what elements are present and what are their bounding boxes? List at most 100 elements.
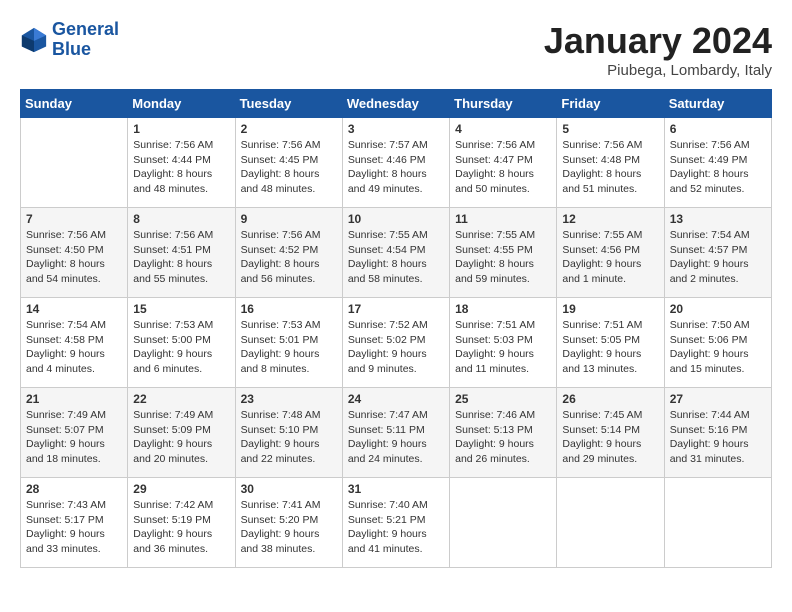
calendar-cell: 21 Sunrise: 7:49 AM Sunset: 5:07 PM Dayl…	[21, 388, 128, 478]
sunrise: Sunrise: 7:45 AM	[562, 409, 642, 421]
day-of-week-header: Thursday	[450, 90, 557, 118]
calendar-cell: 5 Sunrise: 7:56 AM Sunset: 4:48 PM Dayli…	[557, 118, 664, 208]
sunrise: Sunrise: 7:55 AM	[455, 229, 535, 241]
daylight: Daylight: 9 hours and 4 minutes.	[26, 348, 105, 375]
logo: General Blue	[20, 20, 119, 60]
day-number: 12	[562, 212, 658, 226]
daylight: Daylight: 8 hours and 55 minutes.	[133, 258, 212, 285]
calendar-cell	[21, 118, 128, 208]
daylight: Daylight: 9 hours and 13 minutes.	[562, 348, 641, 375]
sunrise: Sunrise: 7:56 AM	[133, 229, 213, 241]
sunset: Sunset: 5:10 PM	[241, 424, 319, 436]
sunrise: Sunrise: 7:56 AM	[241, 139, 321, 151]
day-number: 8	[133, 212, 229, 226]
daylight: Daylight: 9 hours and 22 minutes.	[241, 438, 320, 465]
sunrise: Sunrise: 7:56 AM	[26, 229, 106, 241]
daylight: Daylight: 9 hours and 18 minutes.	[26, 438, 105, 465]
day-number: 19	[562, 302, 658, 316]
daylight: Daylight: 8 hours and 59 minutes.	[455, 258, 534, 285]
day-number: 1	[133, 122, 229, 136]
day-number: 27	[670, 392, 766, 406]
sunrise: Sunrise: 7:56 AM	[241, 229, 321, 241]
day-number: 13	[670, 212, 766, 226]
day-info: Sunrise: 7:56 AM Sunset: 4:44 PM Dayligh…	[133, 138, 229, 197]
day-info: Sunrise: 7:47 AM Sunset: 5:11 PM Dayligh…	[348, 408, 444, 467]
logo-text: General Blue	[52, 20, 119, 60]
calendar-cell: 13 Sunrise: 7:54 AM Sunset: 4:57 PM Dayl…	[664, 208, 771, 298]
day-number: 15	[133, 302, 229, 316]
calendar-table: SundayMondayTuesdayWednesdayThursdayFrid…	[20, 89, 772, 568]
calendar-cell: 4 Sunrise: 7:56 AM Sunset: 4:47 PM Dayli…	[450, 118, 557, 208]
day-of-week-header: Tuesday	[235, 90, 342, 118]
sunset: Sunset: 5:02 PM	[348, 334, 426, 346]
sunrise: Sunrise: 7:49 AM	[26, 409, 106, 421]
page-header: General Blue January 2024 Piubega, Lomba…	[20, 20, 772, 79]
day-of-week-header: Monday	[128, 90, 235, 118]
day-number: 22	[133, 392, 229, 406]
day-info: Sunrise: 7:51 AM Sunset: 5:05 PM Dayligh…	[562, 318, 658, 377]
calendar-cell: 10 Sunrise: 7:55 AM Sunset: 4:54 PM Dayl…	[342, 208, 449, 298]
sunrise: Sunrise: 7:57 AM	[348, 139, 428, 151]
sunrise: Sunrise: 7:56 AM	[670, 139, 750, 151]
sunrise: Sunrise: 7:41 AM	[241, 499, 321, 511]
sunrise: Sunrise: 7:56 AM	[133, 139, 213, 151]
daylight: Daylight: 9 hours and 24 minutes.	[348, 438, 427, 465]
day-info: Sunrise: 7:56 AM Sunset: 4:47 PM Dayligh…	[455, 138, 551, 197]
day-number: 17	[348, 302, 444, 316]
calendar-cell: 2 Sunrise: 7:56 AM Sunset: 4:45 PM Dayli…	[235, 118, 342, 208]
sunset: Sunset: 4:47 PM	[455, 154, 533, 166]
sunset: Sunset: 5:16 PM	[670, 424, 748, 436]
sunset: Sunset: 4:48 PM	[562, 154, 640, 166]
daylight: Daylight: 9 hours and 15 minutes.	[670, 348, 749, 375]
calendar-cell: 26 Sunrise: 7:45 AM Sunset: 5:14 PM Dayl…	[557, 388, 664, 478]
sunrise: Sunrise: 7:43 AM	[26, 499, 106, 511]
sunset: Sunset: 4:44 PM	[133, 154, 211, 166]
daylight: Daylight: 9 hours and 41 minutes.	[348, 528, 427, 555]
daylight: Daylight: 9 hours and 38 minutes.	[241, 528, 320, 555]
day-of-week-header: Friday	[557, 90, 664, 118]
daylight: Daylight: 9 hours and 1 minute.	[562, 258, 641, 285]
sunset: Sunset: 4:45 PM	[241, 154, 319, 166]
calendar-cell: 27 Sunrise: 7:44 AM Sunset: 5:16 PM Dayl…	[664, 388, 771, 478]
daylight: Daylight: 8 hours and 48 minutes.	[133, 168, 212, 195]
day-number: 9	[241, 212, 337, 226]
calendar-cell: 6 Sunrise: 7:56 AM Sunset: 4:49 PM Dayli…	[664, 118, 771, 208]
calendar-cell: 3 Sunrise: 7:57 AM Sunset: 4:46 PM Dayli…	[342, 118, 449, 208]
day-number: 20	[670, 302, 766, 316]
day-info: Sunrise: 7:52 AM Sunset: 5:02 PM Dayligh…	[348, 318, 444, 377]
sunrise: Sunrise: 7:50 AM	[670, 319, 750, 331]
daylight: Daylight: 8 hours and 48 minutes.	[241, 168, 320, 195]
calendar-cell: 20 Sunrise: 7:50 AM Sunset: 5:06 PM Dayl…	[664, 298, 771, 388]
sunset: Sunset: 5:05 PM	[562, 334, 640, 346]
day-number: 23	[241, 392, 337, 406]
daylight: Daylight: 9 hours and 31 minutes.	[670, 438, 749, 465]
sunset: Sunset: 5:11 PM	[348, 424, 425, 436]
calendar-week-row: 14 Sunrise: 7:54 AM Sunset: 4:58 PM Dayl…	[21, 298, 772, 388]
daylight: Daylight: 8 hours and 54 minutes.	[26, 258, 105, 285]
day-number: 31	[348, 482, 444, 496]
daylight: Daylight: 9 hours and 2 minutes.	[670, 258, 749, 285]
daylight: Daylight: 9 hours and 29 minutes.	[562, 438, 641, 465]
sunset: Sunset: 5:19 PM	[133, 514, 211, 526]
daylight: Daylight: 8 hours and 52 minutes.	[670, 168, 749, 195]
day-number: 10	[348, 212, 444, 226]
calendar-week-row: 28 Sunrise: 7:43 AM Sunset: 5:17 PM Dayl…	[21, 478, 772, 568]
sunrise: Sunrise: 7:46 AM	[455, 409, 535, 421]
sunrise: Sunrise: 7:54 AM	[670, 229, 750, 241]
sunset: Sunset: 5:14 PM	[562, 424, 640, 436]
day-number: 2	[241, 122, 337, 136]
day-info: Sunrise: 7:43 AM Sunset: 5:17 PM Dayligh…	[26, 498, 122, 557]
day-info: Sunrise: 7:42 AM Sunset: 5:19 PM Dayligh…	[133, 498, 229, 557]
day-info: Sunrise: 7:56 AM Sunset: 4:49 PM Dayligh…	[670, 138, 766, 197]
calendar-cell: 23 Sunrise: 7:48 AM Sunset: 5:10 PM Dayl…	[235, 388, 342, 478]
sunset: Sunset: 5:00 PM	[133, 334, 211, 346]
daylight: Daylight: 8 hours and 51 minutes.	[562, 168, 641, 195]
day-info: Sunrise: 7:40 AM Sunset: 5:21 PM Dayligh…	[348, 498, 444, 557]
sunset: Sunset: 4:52 PM	[241, 244, 319, 256]
sunset: Sunset: 4:54 PM	[348, 244, 426, 256]
daylight: Daylight: 9 hours and 26 minutes.	[455, 438, 534, 465]
sunrise: Sunrise: 7:44 AM	[670, 409, 750, 421]
sunset: Sunset: 5:06 PM	[670, 334, 748, 346]
day-number: 3	[348, 122, 444, 136]
sunrise: Sunrise: 7:53 AM	[133, 319, 213, 331]
